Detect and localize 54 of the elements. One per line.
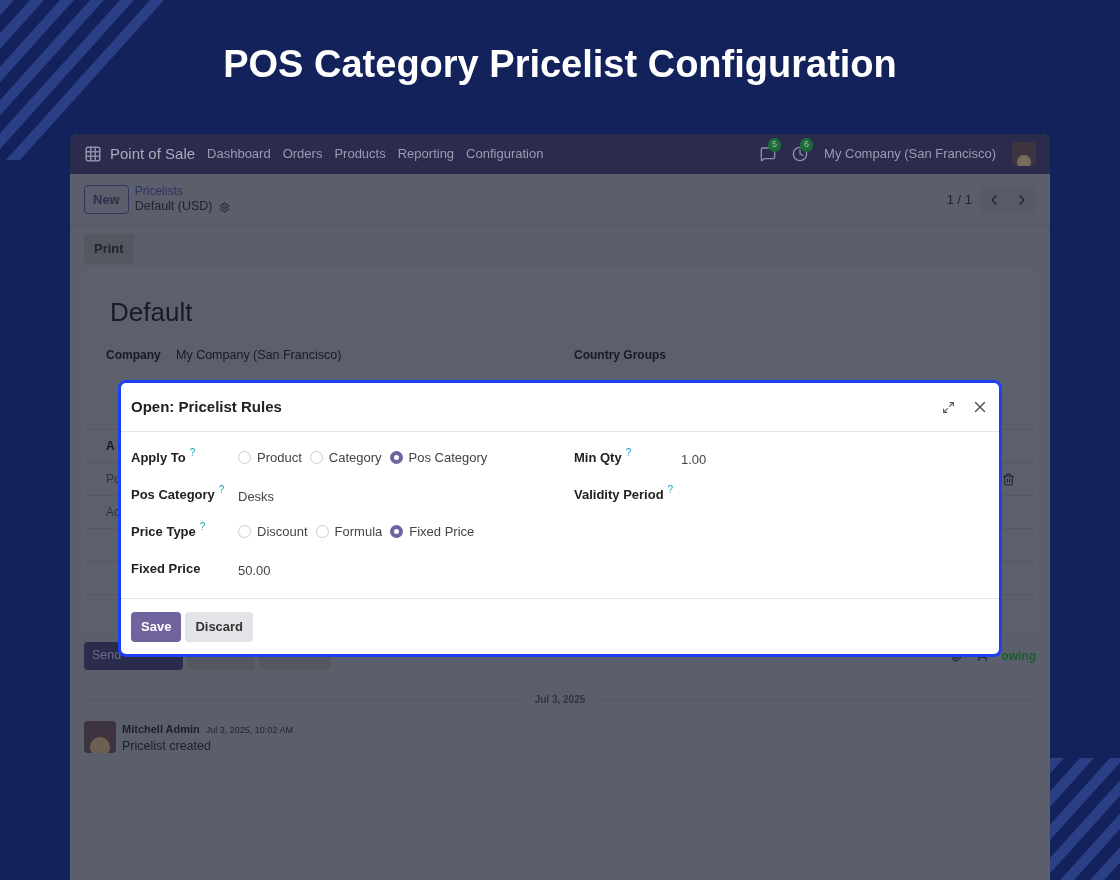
help-tooltip[interactable]: ? (199, 522, 206, 532)
menu-item[interactable]: Reporting (397, 144, 455, 164)
column-header: A (106, 438, 115, 456)
field-label: Fixed Price (131, 560, 201, 578)
field-label: Price Type (131, 523, 196, 541)
expand-icon[interactable] (942, 400, 955, 414)
settings-icon[interactable] (218, 201, 230, 213)
menu-item[interactable]: Orders (282, 144, 323, 164)
radio-label: Product (257, 449, 302, 467)
field-label: Country Groups (574, 346, 666, 364)
field-value: 1.00 (681, 451, 707, 469)
field-label: Min Qty (574, 449, 622, 467)
page-title: POS Category Pricelist Configuration (223, 41, 897, 87)
message-body: Pricelist created (122, 738, 212, 755)
chat-icon[interactable] (760, 146, 777, 162)
radio-label: Fixed Price (409, 523, 475, 541)
radio-label: Pos Category (408, 449, 488, 467)
radio-label: Discount (257, 523, 308, 541)
field-value: My Company (San Francisco) (176, 346, 342, 364)
radio-button[interactable] (390, 525, 404, 539)
record-title: Default (USD) (134, 199, 213, 215)
radio-label: Category (328, 449, 382, 467)
discard-button[interactable]: Discard (185, 611, 254, 642)
record-name: Default (110, 296, 193, 327)
field-label: Validity Period (574, 486, 664, 504)
field-label: Company (106, 346, 162, 364)
company-name[interactable]: My Company (San Francisco) (824, 144, 996, 164)
field-value: Desks (238, 488, 275, 506)
message-author: Mitchell Admin (122, 721, 200, 737)
field-value: 50.00 (238, 562, 271, 580)
counter-badge: 6 (800, 138, 814, 152)
menu-item[interactable]: Products (334, 144, 386, 164)
menu-item[interactable]: Dashboard (207, 144, 271, 164)
previous-button[interactable] (980, 185, 1008, 214)
avatar (84, 720, 116, 753)
field-label: Pos Category (131, 486, 215, 504)
counter-badge: 5 (768, 138, 782, 152)
trash-icon[interactable] (1002, 472, 1015, 486)
menu-item[interactable]: Configuration (466, 144, 544, 164)
dialog-title: Open: Pricelist Rules (131, 396, 282, 417)
radio-button[interactable] (389, 451, 403, 465)
radio-label: Formula (334, 523, 383, 541)
clock-icon[interactable] (792, 146, 809, 162)
save-button[interactable]: Save (131, 611, 182, 642)
next-button[interactable] (1008, 185, 1036, 214)
help-tooltip[interactable]: ? (625, 448, 632, 458)
help-tooltip[interactable]: ? (667, 485, 674, 495)
avatar[interactable] (1012, 142, 1036, 166)
app-name[interactable]: Point of Sale (110, 142, 196, 166)
help-tooltip[interactable]: ? (218, 485, 225, 495)
app-menu-icon[interactable] (84, 145, 102, 163)
pager-value: 1 / 1 (946, 190, 972, 209)
field-label: Apply To (131, 449, 186, 467)
help-tooltip[interactable]: ? (189, 448, 196, 458)
